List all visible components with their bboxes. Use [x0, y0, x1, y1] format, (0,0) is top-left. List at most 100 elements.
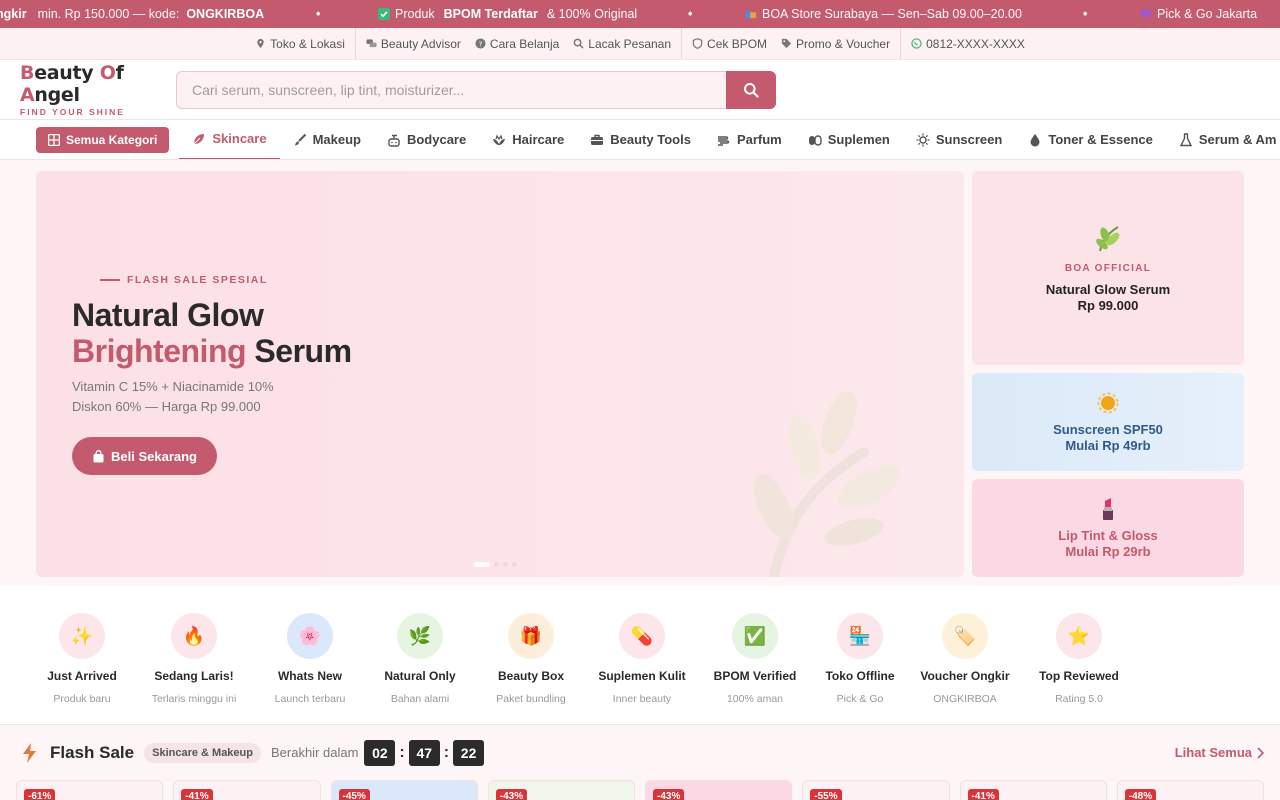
flash-sale-product-card[interactable]: -43% [487, 780, 635, 800]
quick-link-glyph: 🔥 [182, 625, 206, 647]
util-promo-voucher[interactable]: Promo & Voucher [781, 37, 890, 51]
category-suplemen[interactable]: Suplemen [795, 120, 903, 159]
util-store-location[interactable]: Toko & Lokasi [255, 37, 345, 51]
util-whatsapp[interactable]: 0812-XXXX-XXXX [911, 37, 1025, 51]
quick-link-item[interactable]: 🏪 Toko Offline Pick & Go [816, 613, 904, 724]
category-bodycare[interactable]: Bodycare [374, 120, 479, 159]
hero-kicker: FLASH SALE SPESIAL [100, 274, 268, 286]
category-skincare[interactable]: Skincare [179, 120, 280, 159]
flash-sale-product-card[interactable]: -41% [959, 780, 1107, 800]
hero-title: Natural Glow Brightening Serum [72, 297, 352, 369]
quick-link-item[interactable]: 🎁 Beauty Box Paket bundling [472, 613, 590, 724]
flash-sale-product-card[interactable]: -55% [802, 780, 950, 800]
quick-link-subtitle: Produk baru [53, 693, 111, 705]
quick-link-item[interactable]: 🔥 Sedang Laris! Terlaris minggu ini [136, 613, 252, 724]
quick-link-icon: ✨ [59, 613, 105, 659]
util-beauty-advisor[interactable]: Beauty Advisor [366, 37, 461, 51]
side-card-title: Lip Tint & Gloss Mulai Rp 29rb [1058, 528, 1157, 560]
category-label: Bodycare [406, 132, 467, 147]
ticker-text: ngkir [0, 7, 27, 21]
quick-link-item[interactable]: ⭐ Top Reviewed Rating 5.0 [1026, 613, 1132, 724]
shopping-bag-icon [93, 449, 104, 462]
chevron-right-icon [1257, 746, 1264, 759]
side-card-title: Sunscreen SPF50 Mulai Rp 49rb [1053, 422, 1163, 454]
quick-links: ✨ Just Arrived Produk baru 🔥 Sedang Laris! Te… [0, 597, 1280, 725]
category-toner-essence[interactable]: Toner & Essence [1015, 120, 1166, 159]
flash-sale-product-card[interactable]: -45% [330, 780, 478, 800]
flash-sale-product-card[interactable]: -41% [173, 780, 321, 800]
category-sunscreen[interactable]: Sunscreen [903, 120, 1015, 159]
chat-bubbles-icon [366, 39, 377, 48]
side-card-liptint[interactable]: Lip Tint & Gloss Mulai Rp 29rb [972, 479, 1244, 577]
quick-link-item[interactable]: ✅ BPOM Verified 100% aman [694, 613, 816, 724]
quick-link-item[interactable]: 🏷️ Voucher Ongkir ONGKIRBOA [904, 613, 1026, 724]
flash-sale-product-card[interactable]: -61% [16, 780, 164, 800]
category-label: Serum & Am [1198, 132, 1277, 147]
quick-link-title: Sedang Laris! [154, 669, 234, 683]
ticker-text: Produk [395, 7, 435, 21]
ticker-separator: • [316, 7, 321, 21]
see-all-link[interactable]: Lihat Semua [1175, 745, 1264, 760]
quick-link-item[interactable]: 🌸 Whats New Launch terbaru [252, 613, 368, 724]
brand-logo[interactable]: Beauty Of Angel FIND YOUR SHINE [20, 62, 176, 117]
ticker-text: BPOM Terdaftar [443, 7, 538, 21]
quick-link-glyph: 🌸 [298, 625, 322, 647]
search-button[interactable] [726, 70, 776, 109]
side-card-kicker: BOA OFFICIAL [1064, 262, 1152, 274]
search-input[interactable] [176, 70, 726, 109]
quick-link-item[interactable]: 🌿 Natural Only Bahan alami [368, 613, 472, 724]
category-beauty-tools[interactable]: Beauty Tools [577, 120, 704, 159]
quick-link-title: Voucher Ongkir [920, 669, 1010, 683]
util-track-order[interactable]: Lacak Pesanan [573, 37, 671, 51]
side-card-product: Lip Tint & Gloss [1058, 527, 1158, 543]
spray-icon [717, 135, 730, 146]
buy-now-button[interactable]: Beli Sekarang [72, 437, 217, 475]
lipstick-icon [1103, 497, 1113, 520]
util-group-help: Beauty Advisor ? Cara Belanja Lacak Pesa… [354, 28, 681, 59]
carousel-dot[interactable] [512, 562, 517, 567]
heart-icon [1140, 8, 1152, 20]
buy-now-label: Beli Sekarang [111, 448, 197, 464]
carousel-dot-active[interactable] [474, 562, 490, 567]
quick-link-glyph: ⭐ [1067, 625, 1091, 647]
category-haircare[interactable]: Haircare [479, 120, 577, 159]
tag-icon [781, 38, 792, 49]
section-spacer [0, 586, 1280, 597]
util-check-bpom[interactable]: Cek BPOM [692, 37, 767, 51]
see-all-label: Lihat Semua [1174, 745, 1252, 760]
leaf-decoration-icon [753, 392, 900, 577]
search-icon [744, 82, 759, 98]
flash-sale-product-card[interactable]: -48% [1116, 780, 1264, 800]
hero-top-spacer [0, 160, 1280, 171]
side-card-serum[interactable]: BOA OFFICIAL Natural Glow Serum Rp 99.00… [972, 171, 1244, 365]
category-parfum[interactable]: Parfum [704, 120, 795, 159]
quick-link-title: Top Reviewed [1039, 669, 1119, 683]
quick-link-item[interactable]: 💊 Suplemen Kulit Inner beauty [590, 613, 694, 724]
quick-link-item[interactable]: ✨ Just Arrived Produk baru [28, 613, 136, 724]
util-label: 0812-XXXX-XXXX [926, 36, 1025, 51]
util-group-promo: Cek BPOM Promo & Voucher [681, 28, 900, 59]
carousel-dot[interactable] [494, 562, 499, 567]
all-categories-button[interactable]: Semua Kategori [36, 126, 170, 153]
flash-sale-product-card[interactable]: -43% [645, 780, 793, 800]
logo-text: ngel [34, 84, 80, 106]
hero-title-highlight: Brightening [72, 333, 247, 369]
quick-link-title: Whats New [277, 669, 342, 683]
question-circle-icon: ? [475, 38, 486, 49]
quick-link-icon: ✅ [732, 613, 778, 659]
quick-link-title: Just Arrived [47, 669, 117, 683]
category-serum-ampoule[interactable]: Serum & Am [1166, 120, 1280, 159]
category-label: Skincare [212, 131, 267, 146]
category-makeup[interactable]: Makeup [280, 120, 374, 159]
util-how-to-shop[interactable]: ? Cara Belanja [475, 37, 559, 51]
grid-icon [48, 133, 60, 146]
side-card-sunscreen[interactable]: Sunscreen SPF50 Mulai Rp 49rb [972, 373, 1244, 471]
hero-banner[interactable]: FLASH SALE SPESIAL Natural Glow Brighten… [36, 171, 964, 577]
quick-link-title: Toko Offline [825, 669, 895, 683]
quick-link-glyph: 💊 [630, 625, 654, 647]
carousel-dot[interactable] [503, 562, 508, 567]
search-bar [176, 70, 776, 109]
droplet-icon [1030, 133, 1040, 146]
ticker-text: Pick & Go Jakarta [1157, 7, 1258, 21]
quick-link-glyph: 🏪 [848, 625, 872, 647]
